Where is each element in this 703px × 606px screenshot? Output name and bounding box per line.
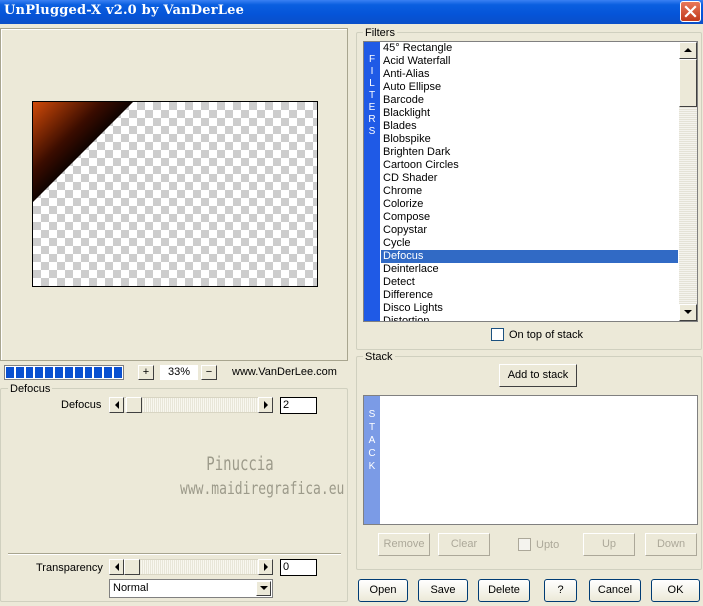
website-link[interactable]: www.VanDerLee.com: [232, 366, 337, 378]
zoom-in-button[interactable]: +: [138, 365, 154, 380]
transparency-value-field[interactable]: 0: [280, 559, 317, 576]
arrow-left-icon: [115, 401, 119, 409]
filter-item[interactable]: Cartoon Circles: [381, 159, 678, 172]
filters-scrollbar[interactable]: [679, 42, 697, 321]
delete-button[interactable]: Delete: [478, 579, 530, 602]
strip-letter: I: [370, 66, 374, 77]
stack-group-label: Stack: [363, 351, 395, 363]
strip-letter: L: [369, 78, 375, 89]
blend-mode-select[interactable]: Normal: [109, 579, 273, 598]
filter-item[interactable]: Anti-Alias: [381, 68, 678, 81]
filter-item[interactable]: Copystar: [381, 224, 678, 237]
filter-item[interactable]: Blades: [381, 120, 678, 133]
up-button[interactable]: Up: [583, 533, 635, 556]
strip-letter: S: [368, 126, 376, 137]
scroll-up-button[interactable]: [679, 42, 697, 59]
on-top-label: On top of stack: [509, 329, 583, 341]
close-icon: [684, 5, 697, 18]
filter-item[interactable]: Brighten Dark: [381, 146, 678, 159]
strip-letter: T: [368, 422, 376, 433]
filter-item[interactable]: CD Shader: [381, 172, 678, 185]
strip-letter: R: [368, 114, 376, 125]
open-button[interactable]: Open: [358, 579, 408, 602]
progress-bar: [4, 365, 124, 380]
save-button[interactable]: Save: [418, 579, 468, 602]
strip-letter: A: [368, 435, 376, 446]
strip-letter: E: [368, 102, 376, 113]
strip-letter: F: [368, 54, 376, 65]
stack-list[interactable]: STACK: [363, 395, 698, 525]
scroll-down-button[interactable]: [679, 304, 697, 321]
defocus-value-field[interactable]: 2: [280, 397, 317, 414]
arrow-left-icon: [115, 563, 119, 571]
help-button[interactable]: ?: [544, 579, 577, 602]
blend-mode-value: Normal: [113, 582, 149, 594]
chevron-down-icon: [260, 586, 268, 590]
zoom-value: 33%: [160, 365, 198, 380]
filters-group-label: Filters: [363, 27, 397, 39]
chevron-down-icon: [684, 310, 692, 314]
filter-item[interactable]: Distortion: [381, 315, 678, 321]
ok-button[interactable]: OK: [651, 579, 700, 602]
zoom-out-button[interactable]: −: [201, 365, 217, 380]
defocus-slider-thumb[interactable]: [126, 397, 142, 413]
arrow-right-icon: [264, 563, 268, 571]
add-to-stack-button[interactable]: Add to stack: [499, 364, 577, 387]
upto-label: Upto: [536, 539, 560, 551]
transparency-slider-thumb[interactable]: [124, 559, 140, 575]
arrow-right-icon: [264, 401, 268, 409]
scroll-thumb[interactable]: [679, 59, 697, 107]
filter-item[interactable]: Cycle: [381, 237, 678, 250]
filter-item[interactable]: Auto Ellipse: [381, 81, 678, 94]
params-group-label: Defocus: [8, 383, 53, 395]
preview-canvas[interactable]: [32, 101, 318, 287]
transparency-slider-right[interactable]: [258, 559, 273, 575]
defocus-label: Defocus: [61, 399, 102, 411]
filter-item[interactable]: 45° Rectangle: [381, 42, 678, 55]
preview-image: [33, 102, 133, 202]
down-button[interactable]: Down: [645, 533, 697, 556]
filter-item[interactable]: Chrome: [381, 185, 678, 198]
filter-item[interactable]: Defocus: [381, 250, 678, 263]
filter-item[interactable]: Colorize: [381, 198, 678, 211]
close-button[interactable]: [680, 1, 701, 22]
filter-item[interactable]: Barcode: [381, 94, 678, 107]
defocus-slider-right[interactable]: [258, 397, 273, 413]
on-top-checkbox[interactable]: [491, 328, 504, 341]
strip-letter: C: [368, 448, 376, 459]
divider: [8, 553, 341, 555]
strip-letter: K: [368, 461, 376, 472]
filters-list-box: FILTERS 45° Rectangle Acid Waterfall Anti-…: [363, 41, 698, 322]
transparency-label: Transparency: [36, 562, 103, 574]
remove-button[interactable]: Remove: [378, 533, 430, 556]
strip-letter: S: [368, 409, 376, 420]
watermark-name: Pinuccia: [206, 454, 274, 476]
filter-item[interactable]: Difference: [381, 289, 678, 302]
strip-letter: T: [368, 90, 376, 101]
filters-list[interactable]: 45° Rectangle Acid Waterfall Anti-Alias Aut…: [381, 42, 678, 321]
cancel-button[interactable]: Cancel: [589, 579, 641, 602]
filter-item[interactable]: Acid Waterfall: [381, 55, 678, 68]
watermark-url: www.maidiregrafica.eu: [180, 479, 345, 500]
transparency-slider-left[interactable]: [109, 559, 124, 575]
title-bar: UnPlugged-X v2.0 by VanDerLee: [0, 0, 703, 24]
filter-item[interactable]: Compose: [381, 211, 678, 224]
filter-item[interactable]: Blobspike: [381, 133, 678, 146]
filters-strip: FILTERS: [364, 42, 380, 321]
filter-item[interactable]: Disco Lights: [381, 302, 678, 315]
minus-icon: −: [205, 366, 213, 378]
clear-button[interactable]: Clear: [438, 533, 490, 556]
stack-strip: STACK: [364, 396, 380, 524]
dropdown-button[interactable]: [256, 581, 271, 596]
filter-item[interactable]: Deinterlace: [381, 263, 678, 276]
filter-item[interactable]: Blacklight: [381, 107, 678, 120]
window-title: UnPlugged-X v2.0 by VanDerLee: [4, 3, 245, 18]
plus-icon: +: [142, 366, 150, 378]
chevron-up-icon: [684, 48, 692, 52]
defocus-slider-left[interactable]: [109, 397, 124, 413]
filter-item[interactable]: Detect: [381, 276, 678, 289]
upto-checkbox[interactable]: [518, 538, 531, 551]
